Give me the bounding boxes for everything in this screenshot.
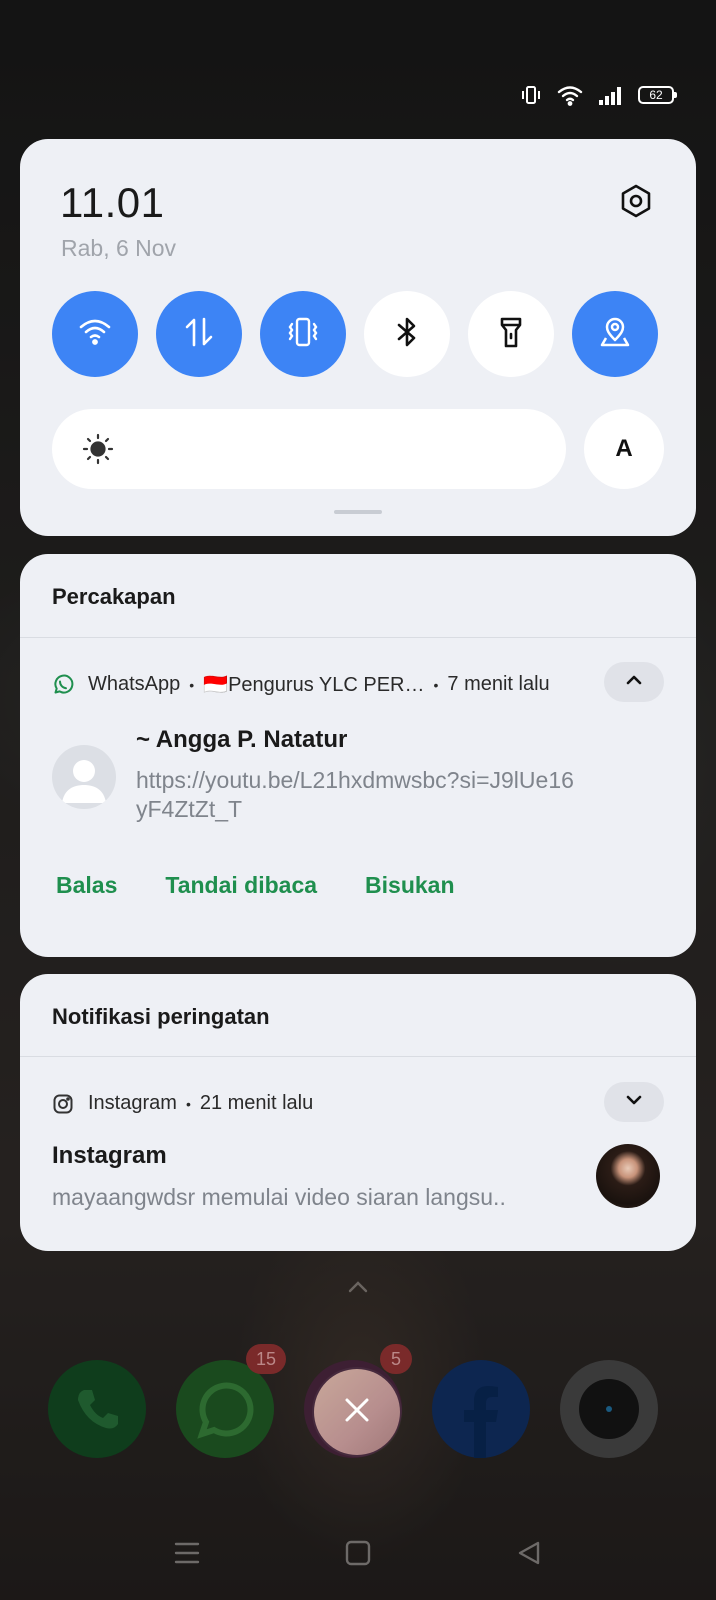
whatsapp-app-icon[interactable] [176, 1360, 274, 1458]
vibrate-icon [520, 84, 542, 106]
wifi-tile[interactable] [52, 291, 138, 377]
data-arrows-icon [182, 315, 216, 354]
group-name: 🇮🇩Pengurus YLC PER… [203, 674, 425, 696]
date: Rab, 6 Nov [61, 235, 177, 261]
flashlight-tile[interactable] [468, 291, 554, 377]
clock: 11.01 [60, 179, 165, 226]
notification-text[interactable]: mayaangwdsr memulai video siaran langsu.… [52, 1184, 506, 1211]
app-name: Instagram [88, 1092, 177, 1114]
collapse-button[interactable] [604, 662, 664, 702]
location-icon [598, 315, 632, 354]
auto-brightness-button[interactable]: A [584, 409, 664, 489]
facebook-app-icon[interactable] [432, 1360, 530, 1458]
menu-icon [174, 1541, 200, 1570]
panel-drag-handle[interactable] [334, 510, 382, 514]
section-title: Percakapan [52, 584, 176, 609]
mute-button[interactable]: Bisukan [365, 872, 454, 899]
back-triangle-icon [516, 1540, 542, 1571]
notification-title: Instagram [52, 1142, 167, 1169]
notification-badge: 15 [246, 1344, 286, 1374]
navigation-bar [0, 1535, 716, 1575]
bluetooth-icon [392, 315, 422, 354]
notification-time: 21 menit lalu [199, 1092, 314, 1114]
flashlight-icon [496, 315, 526, 354]
clear-all-button[interactable] [314, 1369, 400, 1455]
wifi-icon [556, 84, 584, 106]
notification-actions: Balas Tandai dibaca Bisukan [56, 872, 455, 899]
notification-time: 7 menit lalu [447, 673, 550, 695]
divider [20, 1056, 696, 1057]
notification-header: WhatsApp • 🇮🇩Pengurus YLC PER… • 7 menit… [52, 672, 550, 697]
expand-button[interactable] [604, 1082, 664, 1122]
vibrate-icon [286, 315, 320, 354]
divider [20, 637, 696, 638]
status-bar: 62 [520, 82, 677, 108]
mark-read-button[interactable]: Tandai dibaca [165, 872, 317, 899]
brightness-slider[interactable] [52, 409, 566, 489]
sender-name: ~ Angga P. Natatur [136, 726, 348, 753]
chevron-down-icon [625, 1093, 643, 1111]
vibrate-tile[interactable] [260, 291, 346, 377]
app-name: WhatsApp [88, 673, 181, 695]
location-tile[interactable] [572, 291, 658, 377]
mobile-data-tile[interactable] [156, 291, 242, 377]
quick-settings-panel: 11.01 Rab, 6 Nov A [20, 139, 696, 536]
home-button[interactable] [338, 1535, 378, 1575]
back-button[interactable] [509, 1535, 549, 1575]
section-title: Notifikasi peringatan [52, 1004, 270, 1029]
avatar [52, 745, 116, 809]
notification-header: Instagram • 21 menit lalu [52, 1092, 313, 1115]
chevron-up-icon [347, 1280, 369, 1299]
message-text[interactable]: https://youtu.be/L21hxdmwsbc?si=J9lUe16y… [136, 766, 576, 824]
recents-button[interactable] [167, 1535, 207, 1575]
quick-tiles [52, 291, 658, 377]
reply-button[interactable]: Balas [56, 872, 117, 899]
camera-app-icon[interactable] [560, 1360, 658, 1458]
bluetooth-tile[interactable] [364, 291, 450, 377]
alert-card: Notifikasi peringatan Instagram • 21 men… [20, 974, 696, 1251]
profile-thumbnail [596, 1144, 660, 1208]
signal-icon [598, 84, 624, 106]
settings-gear-icon[interactable] [616, 181, 656, 221]
instagram-icon [52, 1093, 74, 1115]
phone-app-icon[interactable] [48, 1360, 146, 1458]
whatsapp-icon [52, 674, 74, 696]
battery-icon: 62 [638, 86, 677, 104]
notification-badge: 5 [380, 1344, 412, 1374]
home-square-icon [345, 1540, 371, 1571]
close-icon [342, 1395, 372, 1430]
battery-level: 62 [649, 88, 663, 102]
conversation-card: Percakapan WhatsApp • 🇮🇩Pengurus YLC PER… [20, 554, 696, 957]
chevron-up-icon [625, 673, 643, 691]
brightness-icon [82, 433, 114, 465]
wifi-icon [78, 317, 112, 352]
